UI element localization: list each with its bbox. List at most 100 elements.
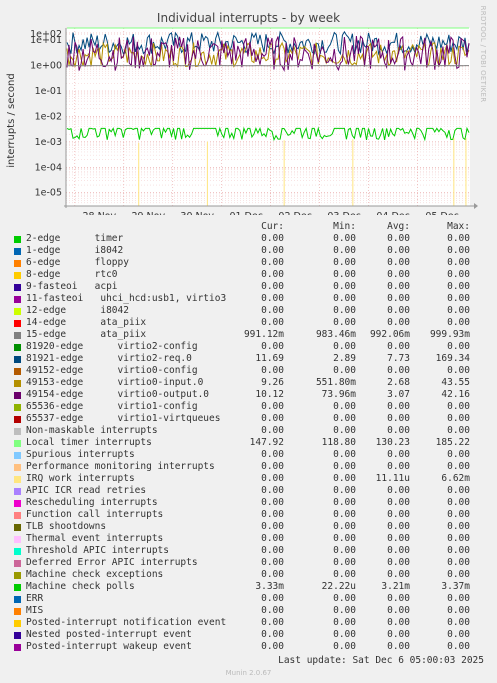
legend-row: Rescheduling interrupts 0.00 0.00 0.00 0.00 (0, 497, 497, 509)
legend-label: Spurious interrupts (26, 449, 135, 460)
legend-value: 0.00 (261, 305, 284, 316)
legend-label: 6-edge floppy (26, 257, 129, 268)
legend-value: 0.00 (387, 617, 410, 628)
legend-value: 0.00 (261, 593, 284, 604)
legend-label: 14-edge ata_piix (26, 317, 147, 328)
legend-value: 551.80m (315, 377, 356, 388)
legend-value: 0.00 (447, 461, 470, 472)
legend-value: 10.12 (255, 389, 284, 400)
x-tick-label: 29 Nov (131, 211, 165, 215)
legend-value: 0.00 (447, 269, 470, 280)
legend-value: 0.00 (333, 617, 356, 628)
legend-swatch (14, 320, 21, 327)
legend-value: 0.00 (447, 233, 470, 244)
col-min: Min: (333, 221, 356, 232)
legend-value: 0.00 (333, 521, 356, 532)
legend-label: 9-fasteoi acpi (26, 281, 118, 292)
legend-value: 0.00 (387, 461, 410, 472)
legend-value: 0.00 (261, 413, 284, 424)
last-update: Last update: Sat Dec 6 05:00:03 2025 (278, 655, 484, 666)
legend-value: 0.00 (261, 341, 284, 352)
legend-value: 0.00 (387, 593, 410, 604)
legend-value: 0.00 (447, 257, 470, 268)
legend-label: Posted-interrupt notification event (26, 617, 227, 628)
legend-label: 49152-edge virtio0-config (26, 365, 198, 376)
legend-value: 0.00 (333, 233, 356, 244)
plot-area: 1e+021e+011e+001e-011e-021e-031e-041e-05… (30, 27, 478, 215)
legend-value: 0.00 (387, 497, 410, 508)
legend-value: 0.00 (387, 245, 410, 256)
legend-value: 0.00 (333, 305, 356, 316)
legend-swatch (14, 416, 21, 423)
legend-value: 0.00 (447, 593, 470, 604)
legend-value: 0.00 (387, 233, 410, 244)
legend-row: Thermal event interrupts 0.00 0.00 0.00 0.00 (0, 533, 497, 545)
legend-value: 0.00 (447, 617, 470, 628)
legend-row: Posted-interrupt wakeup event 0.00 0.00 0.0… (0, 641, 497, 653)
x-tick-label: 03 Dec (327, 211, 361, 215)
x-tick-label: 05 Dec (425, 211, 459, 215)
legend-row: Function call interrupts 0.00 0.00 0.00 0.00 (0, 509, 497, 521)
legend-value: 0.00 (261, 365, 284, 376)
legend-value: 0.00 (387, 629, 410, 640)
legend-value: 0.00 (387, 269, 410, 280)
x-tick-label: 02 Dec (278, 211, 312, 215)
legend-row: 8-edge rtc0 0.00 0.00 0.00 0.00 (0, 269, 497, 281)
legend-value: 3.37m (441, 581, 470, 592)
legend-row: IRQ work interrupts 0.00 0.00 11.11u 6.62m (0, 473, 497, 485)
col-max: Max: (447, 221, 470, 232)
x-tick-label: 30 Nov (180, 211, 214, 215)
legend-value: 0.00 (387, 545, 410, 556)
legend-value: 0.00 (261, 497, 284, 508)
y-axis-ticks: 1e+021e+011e+001e-011e-021e-031e-041e-05 (30, 29, 62, 199)
legend-swatch (14, 596, 21, 603)
legend-value: 2.68 (387, 377, 410, 388)
legend-value: 0.00 (447, 413, 470, 424)
legend-swatch (14, 404, 21, 411)
legend-value: 992.06m (369, 329, 410, 340)
legend-swatch (14, 236, 21, 243)
legend-label: 1-edge i8042 (26, 245, 124, 256)
legend-row: 49153-edge virtio0-input.0 9.26 551.80m 2.6… (0, 377, 497, 389)
legend-label: TLB shootdowns (26, 521, 107, 532)
legend-row: Threshold APIC interrupts 0.00 0.00 0.00 0.0… (0, 545, 497, 557)
legend-row: Performance monitoring interrupts 0.00 0.0… (0, 461, 497, 473)
legend-header: Cur: Min: Avg: Max: (0, 221, 497, 233)
legend-value: 0.00 (261, 293, 284, 304)
legend-row: 81921-edge virtio2-req.0 11.69 2.89 7.73 169… (0, 353, 497, 365)
legend-value: 983.46m (315, 329, 356, 340)
legend-value: 0.00 (447, 509, 470, 520)
legend-value: 0.00 (447, 629, 470, 640)
legend-value: 6.62m (441, 473, 470, 484)
legend-value: 0.00 (333, 473, 356, 484)
legend-row: TLB shootdowns 0.00 0.00 0.00 0.00 (0, 521, 497, 533)
legend-label: 8-edge rtc0 (26, 269, 118, 280)
legend-swatch (14, 284, 21, 291)
legend-value: 0.00 (447, 449, 470, 460)
legend-value: 0.00 (333, 425, 356, 436)
legend-value: 0.00 (333, 461, 356, 472)
legend-value: 0.00 (333, 593, 356, 604)
legend-value: 0.00 (387, 533, 410, 544)
legend-value: 0.00 (447, 569, 470, 580)
legend-value: 0.00 (261, 269, 284, 280)
legend-value: 0.00 (447, 557, 470, 568)
legend-value: 0.00 (261, 317, 284, 328)
legend-value: 0.00 (447, 293, 470, 304)
legend-row: 49154-edge virtio0-output.0 10.12 73.96m 3.… (0, 389, 497, 401)
legend-value: 0.00 (261, 617, 284, 628)
legend-label: 2-edge timer (26, 233, 124, 244)
legend-value: 0.00 (333, 509, 356, 520)
legend-swatch (14, 380, 21, 387)
legend-value: 0.00 (261, 569, 284, 580)
x-axis-arrow (474, 203, 478, 209)
x-axis-ticks: 28 Nov 29 Nov 30 Nov 01 Dec 02 Dec 03 Dec 04 D… (82, 211, 458, 215)
legend-value: 0.00 (387, 341, 410, 352)
legend-value: 0.00 (261, 245, 284, 256)
y-tick-label: 1e-03 (35, 137, 62, 148)
legend-label: APIC ICR read retries (26, 485, 147, 496)
legend-value: 0.00 (387, 509, 410, 520)
legend-value: 0.00 (333, 401, 356, 412)
legend-row: Posted-interrupt notification event 0.00 0… (0, 617, 497, 629)
legend-value: 0.00 (387, 317, 410, 328)
